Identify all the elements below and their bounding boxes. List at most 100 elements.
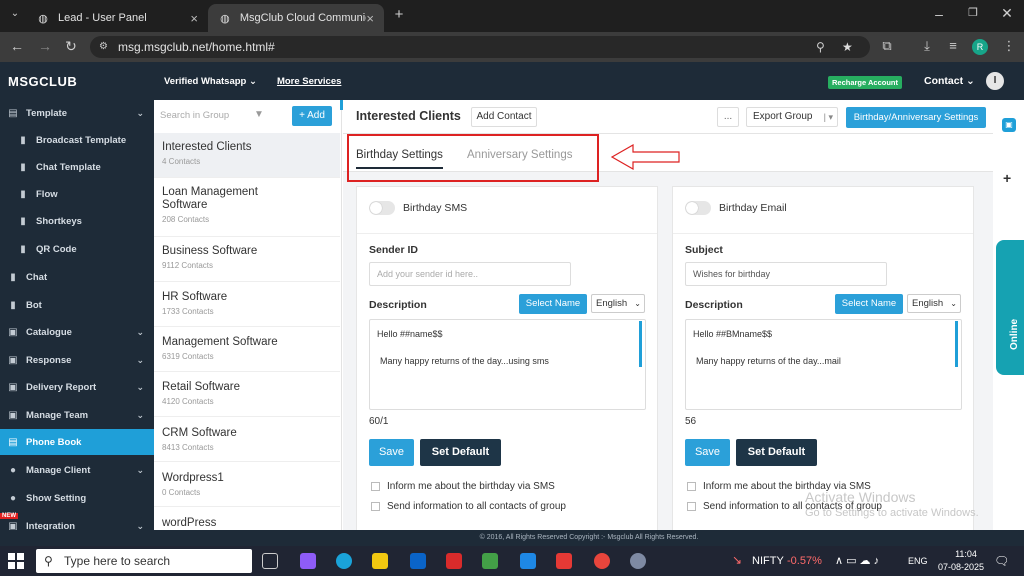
copilot-icon[interactable] (300, 553, 316, 569)
group-item-wordpress1[interactable]: Wordpress1 0 Contacts (154, 462, 340, 507)
wps-icon[interactable] (446, 553, 462, 569)
sidebar-item-qr-code[interactable]: ▮ QR Code (0, 236, 154, 262)
sidebar-item-flow[interactable]: ▮ Flow (0, 181, 154, 207)
email-message-textarea[interactable]: Hello ##BMname$$ Many happy returns of t… (685, 319, 962, 410)
sender-id-input[interactable]: Add your sender id here.. (369, 262, 571, 286)
paint-icon[interactable] (630, 553, 646, 569)
sidebar-item-chat-template[interactable]: ▮ Chat Template (0, 154, 154, 180)
sidebar-item-broadcast-template[interactable]: ▮ Broadcast Template (0, 127, 154, 153)
checkbox[interactable] (687, 502, 696, 511)
close-window-icon[interactable]: ✕ (998, 5, 1016, 22)
nav-more-services[interactable]: More Services (277, 76, 341, 87)
email-save-button[interactable]: Save (685, 439, 730, 466)
sidebar-item-shortkeys[interactable]: ▮ Shortkeys (0, 208, 154, 234)
reload-icon[interactable]: ↻ (62, 38, 80, 55)
birthday-email-toggle[interactable] (685, 201, 711, 215)
group-search-input[interactable]: Search in Group (160, 110, 260, 121)
browser-menu-icon[interactable]: ⋮ (1000, 38, 1018, 54)
zoom-icon[interactable]: ⚲ (816, 36, 825, 58)
site-info-icon[interactable]: ⚙ (99, 36, 108, 58)
textarea-scrollbar[interactable] (955, 321, 958, 367)
app-logo[interactable]: MSGCLUB (8, 74, 77, 89)
tray-icons[interactable]: ∧ ▭ ☁ ♪ (835, 554, 879, 567)
sidebar-item-response[interactable]: ▣ Response ⌄ (0, 347, 154, 373)
notification-icon[interactable]: 🗨 (994, 554, 1009, 568)
reading-list-icon[interactable]: ≡ (944, 38, 962, 53)
sms-language-select[interactable]: English ⌄ (591, 294, 645, 313)
windows-start-icon[interactable] (8, 553, 24, 569)
new-tab-button[interactable]: + (390, 6, 408, 23)
clock-time[interactable]: 11:04 (946, 549, 986, 559)
clock-date[interactable]: 07-08-2025 (938, 562, 984, 572)
extensions-icon[interactable]: ⧉ (878, 38, 896, 54)
bookmark-star-icon[interactable]: ★ (842, 36, 853, 58)
sms-send-all-checkbox-row[interactable]: Send information to all contacts of grou… (371, 501, 566, 512)
checkbox[interactable] (371, 482, 380, 491)
group-item-loan-management[interactable]: Loan Management Software 208 Contacts (154, 178, 340, 237)
add-group-button[interactable]: + Add (292, 106, 332, 126)
tab-search-icon[interactable]: ⌄ (6, 8, 24, 19)
group-item-interested-clients[interactable]: Interested Clients 4 Contacts (154, 133, 340, 178)
sms-select-name-button[interactable]: Select Name (519, 294, 587, 314)
group-item-hr-software[interactable]: HR Software 1733 Contacts (154, 282, 340, 327)
forward-icon[interactable]: → (36, 38, 54, 54)
sidebar-item-manage-team[interactable]: ▣ Manage Team ⌄ (0, 402, 154, 428)
sms-message-textarea[interactable]: Hello ##name$$ Many happy returns of the… (369, 319, 646, 410)
notepad-icon[interactable] (482, 553, 498, 569)
more-options-button[interactable]: ... (717, 107, 739, 127)
group-item-crm-software[interactable]: CRM Software 8413 Contacts (154, 417, 340, 462)
chrome-icon[interactable] (594, 553, 610, 569)
checkbox[interactable] (687, 482, 696, 491)
sidebar-item-catalogue[interactable]: ▣ Catalogue ⌄ (0, 319, 154, 345)
edge-icon[interactable] (336, 553, 352, 569)
nav-verified-whatsapp[interactable]: Verified Whatsapp ⌄ (164, 76, 257, 87)
birthday-sms-toggle[interactable] (369, 201, 395, 215)
email-set-default-button[interactable]: Set Default (736, 439, 817, 466)
export-group-button[interactable]: Export Group | ▾ (746, 107, 838, 127)
sidebar-item-bot[interactable]: ▮ Bot (0, 292, 154, 318)
profile-avatar[interactable]: R (972, 39, 988, 55)
sms-set-default-button[interactable]: Set Default (420, 439, 501, 466)
user-avatar[interactable]: I (986, 72, 1004, 90)
recharge-account-button[interactable]: Recharge Account (828, 76, 902, 89)
sidebar-item-show-setting[interactable]: ● Show Setting (0, 485, 154, 511)
group-item-business-software[interactable]: Business Software 9112 Contacts (154, 237, 340, 282)
nifty-label[interactable]: NIFTY (752, 555, 784, 567)
checkbox[interactable] (371, 502, 380, 511)
group-item-wordpress[interactable]: wordPress (154, 507, 340, 530)
sidebar-item-manage-client[interactable]: ● Manage Client ⌄ (0, 457, 154, 483)
browser-tab-lead[interactable]: ◍ Lead - User Panel × (26, 4, 208, 32)
close-tab-icon[interactable]: × (366, 11, 374, 26)
outlook-icon[interactable] (410, 553, 426, 569)
caret-down-icon[interactable]: | ▾ (824, 108, 833, 126)
taskbar-search-input[interactable]: ⚲ Type here to search (36, 549, 252, 573)
filter-icon[interactable]: ▼ (254, 109, 264, 120)
subject-input[interactable]: Wishes for birthday (685, 262, 887, 286)
add-contact-button[interactable]: Add Contact (471, 107, 537, 127)
group-item-management-software[interactable]: Management Software 6319 Contacts (154, 327, 340, 372)
sidebar-item-integration[interactable]: ▣ Integration ⌄ (0, 513, 154, 531)
sidebar-item-phone-book[interactable]: ▤ Phone Book (0, 429, 154, 455)
email-language-select[interactable]: English ⌄ (907, 294, 961, 313)
wifi-app-icon[interactable] (520, 553, 536, 569)
close-tab-icon[interactable]: × (190, 11, 198, 26)
browser-tab-msgclub[interactable]: ◍ MsgClub Cloud Communication × (208, 4, 384, 32)
back-icon[interactable]: ← (8, 38, 26, 54)
sidebar-item-template[interactable]: ▤ Template ⌄ (0, 100, 154, 126)
task-view-icon[interactable] (262, 553, 278, 569)
online-chat-tab[interactable] (996, 240, 1024, 375)
widget-icon[interactable]: ▣ (1002, 118, 1016, 132)
file-explorer-icon[interactable] (372, 553, 388, 569)
email-select-name-button[interactable]: Select Name (835, 294, 903, 314)
sms-inform-checkbox-row[interactable]: Inform me about the birthday via SMS (371, 481, 555, 492)
sidebar-item-delivery-report[interactable]: ▣ Delivery Report ⌄ (0, 374, 154, 400)
download-icon[interactable]: ⤓ (918, 38, 936, 54)
language-indicator[interactable]: ENG (908, 556, 928, 566)
add-widget-button[interactable]: + (1003, 170, 1011, 186)
birthday-anniversary-settings-button[interactable]: Birthday/Anniversary Settings (846, 107, 986, 128)
anydesk-icon[interactable] (556, 553, 572, 569)
sidebar-item-chat[interactable]: ▮ Chat (0, 264, 154, 290)
restore-icon[interactable]: ❐ (964, 6, 982, 19)
sms-save-button[interactable]: Save (369, 439, 414, 466)
url-input[interactable]: ⚙ msg.msgclub.net/home.html# ⚲ ★ (90, 36, 870, 58)
